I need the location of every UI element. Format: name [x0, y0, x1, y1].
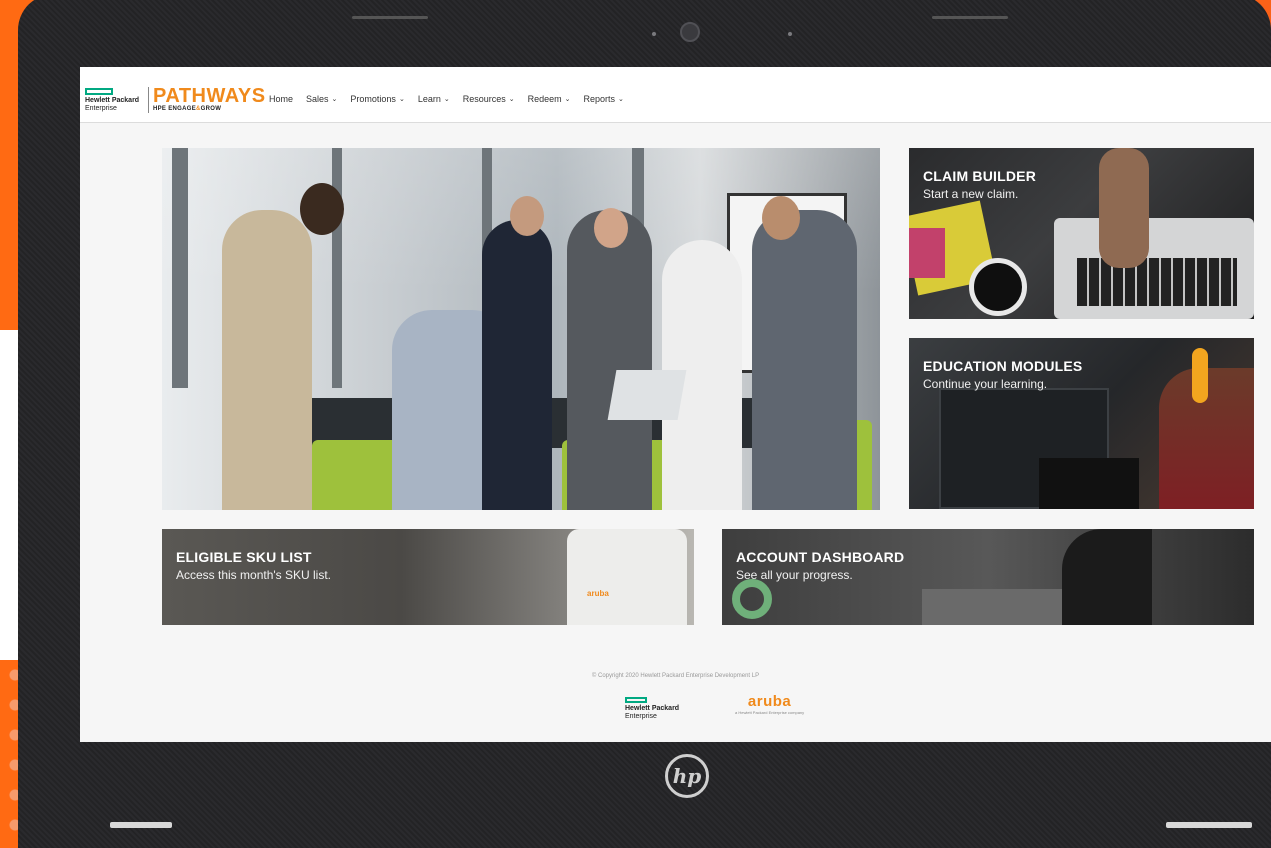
nav-promotions[interactable]: Promotions ⌄	[350, 94, 404, 104]
education-modules-tile[interactable]: EDUCATION MODULES Continue your learning…	[909, 338, 1254, 509]
laptop-screen	[1039, 458, 1139, 509]
eligible-sku-list-subtitle: Access this month's SKU list.	[176, 568, 332, 582]
webcam	[680, 22, 700, 42]
hand	[1099, 148, 1149, 268]
chevron-down-icon: ⌄	[508, 96, 515, 103]
hpe-logo[interactable]: Hewlett Packard Enterprise	[85, 88, 145, 113]
window-frame	[172, 148, 188, 388]
claim-builder-labels: CLAIM BUILDER Start a new claim.	[923, 168, 1036, 201]
nav-redeem[interactable]: Redeem ⌄	[528, 94, 571, 104]
pathways-logo[interactable]: PATHWAYS HPE ENGAGE&GROW	[153, 86, 266, 112]
nav-resources[interactable]: Resources ⌄	[463, 94, 515, 104]
footer-aruba-logo[interactable]: aruba a Hewlett Packard Enterprise compa…	[735, 693, 804, 715]
monitor-graphic	[922, 589, 1062, 625]
bezel-edge-left	[352, 16, 428, 19]
footer-hpe-logo[interactable]: Hewlett Packard Enterprise	[625, 697, 679, 721]
person-head	[510, 196, 544, 236]
hpe-element-icon	[625, 697, 647, 703]
chevron-down-icon: ⌄	[331, 96, 338, 103]
person	[567, 210, 652, 510]
nav-reports[interactable]: Reports ⌄	[584, 94, 624, 104]
hpe-element-icon	[85, 88, 113, 95]
sticky-notes-pink	[909, 228, 945, 278]
browser-screen: Hewlett Packard Enterprise PATHWAYS HPE …	[80, 67, 1271, 742]
laptop-on-table	[607, 370, 687, 420]
nav-learn[interactable]: Learn ⌄	[418, 94, 450, 104]
chevron-down-icon: ⌄	[398, 96, 405, 103]
education-modules-subtitle: Continue your learning.	[923, 377, 1048, 391]
page-footer: © Copyright 2020 Hewlett Packard Enterpr…	[80, 673, 1271, 720]
access-point-device	[567, 529, 687, 625]
device-brand-mark: aruba	[587, 589, 609, 598]
education-modules-labels: EDUCATION MODULES Continue your learning…	[923, 358, 1082, 391]
headphones	[1192, 348, 1208, 403]
window-frame	[332, 148, 342, 388]
sensor-dot	[788, 32, 792, 36]
copyright-text: © Copyright 2020 Hewlett Packard Enterpr…	[591, 673, 760, 679]
person-head	[762, 196, 800, 240]
top-navigation: Hewlett Packard Enterprise PATHWAYS HPE …	[80, 67, 1271, 123]
eligible-sku-list-tile[interactable]: aruba ELIGIBLE SKU LIST Access this mont…	[162, 529, 694, 625]
aruba-tagline: a Hewlett Packard Enterprise company	[735, 710, 805, 715]
person	[222, 210, 312, 510]
eligible-sku-list-title: ELIGIBLE SKU LIST	[176, 549, 312, 565]
aruba-wordmark: aruba	[747, 693, 792, 710]
sensor-dot	[652, 32, 656, 36]
footer-hpe-line1: Hewlett Packard	[625, 705, 680, 712]
person	[482, 220, 552, 510]
claim-builder-subtitle: Start a new claim.	[923, 187, 1019, 201]
nav-sales[interactable]: Sales ⌄	[306, 94, 337, 104]
hp-logo: hp	[665, 754, 709, 798]
hpe-name-line1: Hewlett Packard	[85, 97, 140, 104]
claim-builder-title: CLAIM BUILDER	[923, 168, 1037, 184]
chevron-down-icon: ⌄	[443, 96, 450, 103]
footer-logos: Hewlett Packard Enterprise aruba a Hewle…	[625, 693, 825, 733]
chevron-down-icon: ⌄	[618, 96, 624, 103]
nav-home[interactable]: Home	[269, 94, 293, 104]
account-dashboard-labels: ACCOUNT DASHBOARD See all your progress.	[736, 549, 904, 582]
education-modules-title: EDUCATION MODULES	[923, 358, 1083, 374]
logo-divider	[148, 87, 149, 113]
hpe-name-line2: Enterprise	[85, 105, 117, 112]
keyboard-keys	[1077, 258, 1237, 306]
person-head	[300, 183, 344, 235]
pathways-title: PATHWAYS	[153, 85, 266, 107]
donut-chart-graphic	[732, 579, 772, 619]
account-dashboard-tile[interactable]: ACCOUNT DASHBOARD See all your progress.	[722, 529, 1254, 625]
main-menu: Home Sales ⌄ Promotions ⌄ Learn ⌄ Resources…	[269, 94, 624, 104]
hinge-right	[1166, 822, 1252, 828]
coffee-cup	[969, 258, 1027, 316]
bezel-edge-right	[932, 16, 1008, 19]
footer-hpe-line2: Enterprise	[625, 713, 657, 720]
eligible-sku-list-labels: ELIGIBLE SKU LIST Access this month's SK…	[176, 549, 331, 582]
person-graphic	[1062, 529, 1152, 625]
account-dashboard-subtitle: See all your progress.	[736, 568, 853, 582]
account-dashboard-title: ACCOUNT DASHBOARD	[736, 549, 905, 565]
hero-image	[162, 148, 880, 510]
claim-builder-tile[interactable]: CLAIM BUILDER Start a new claim.	[909, 148, 1254, 319]
person-head	[594, 208, 628, 248]
person	[752, 210, 857, 510]
hinge-left	[110, 822, 172, 828]
chevron-down-icon: ⌄	[564, 96, 571, 103]
